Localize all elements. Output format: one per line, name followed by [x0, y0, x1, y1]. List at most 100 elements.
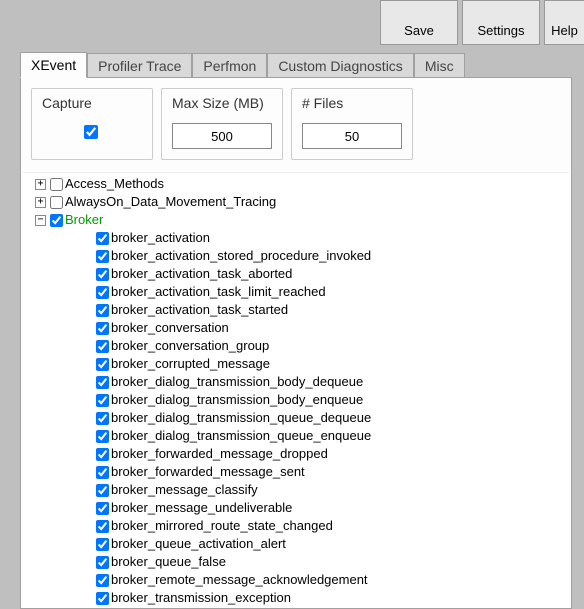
- tree-node[interactable]: broker_mirrored_route_state_changed: [27, 517, 569, 535]
- tree-checkbox[interactable]: [96, 394, 109, 407]
- tree-checkbox[interactable]: [96, 592, 109, 605]
- tree-node[interactable]: − Broker: [27, 211, 569, 229]
- tree-node[interactable]: broker_dialog_transmission_queue_dequeue: [27, 409, 569, 427]
- tree-node-label: broker_transmission_exception: [111, 589, 291, 607]
- settings-button[interactable]: Settings: [462, 0, 540, 45]
- tab-misc[interactable]: Misc: [414, 53, 465, 78]
- expand-icon[interactable]: +: [35, 179, 46, 190]
- event-tree[interactable]: +Access_Methods+AlwaysOn_Data_Movement_T…: [23, 172, 569, 608]
- expander-placeholder: [81, 359, 92, 370]
- tree-checkbox[interactable]: [96, 304, 109, 317]
- tree-node-label: broker_conversation: [111, 319, 229, 337]
- tree-checkbox[interactable]: [96, 556, 109, 569]
- tree-checkbox[interactable]: [96, 430, 109, 443]
- expander-placeholder: [81, 449, 92, 460]
- tree-node-label: broker_conversation_group: [111, 337, 269, 355]
- expander-placeholder: [81, 539, 92, 550]
- tree-checkbox[interactable]: [96, 340, 109, 353]
- tree-checkbox[interactable]: [96, 376, 109, 389]
- toolbar: Save Settings Help: [380, 0, 584, 45]
- tree-node-label: AlwaysOn_Data_Movement_Tracing: [65, 193, 276, 211]
- tree-node[interactable]: broker_message_classify: [27, 481, 569, 499]
- maxsize-input[interactable]: [172, 123, 272, 149]
- tree-node[interactable]: broker_activation_task_started: [27, 301, 569, 319]
- tree-node-label: broker_message_undeliverable: [111, 499, 292, 517]
- tree-node-label: broker_forwarded_message_dropped: [111, 445, 328, 463]
- tree-checkbox[interactable]: [50, 196, 63, 209]
- tree-node[interactable]: broker_remote_message_acknowledgement: [27, 571, 569, 589]
- tree-checkbox[interactable]: [96, 466, 109, 479]
- tree-checkbox[interactable]: [96, 286, 109, 299]
- expander-placeholder: [81, 503, 92, 514]
- capture-checkbox[interactable]: [84, 125, 98, 139]
- numfiles-input[interactable]: [302, 123, 402, 149]
- tree-node[interactable]: broker_activation_task_aborted: [27, 265, 569, 283]
- tree-node[interactable]: + AlwaysOn_Data_Movement_Tracing: [27, 193, 569, 211]
- tree-node[interactable]: broker_forwarded_message_dropped: [27, 445, 569, 463]
- tree-checkbox[interactable]: [96, 358, 109, 371]
- tree-node-label: broker_queue_activation_alert: [111, 535, 286, 553]
- expander-placeholder: [81, 467, 92, 478]
- tree-node[interactable]: broker_conversation: [27, 319, 569, 337]
- tree-checkbox[interactable]: [96, 520, 109, 533]
- tab-perfmon[interactable]: Perfmon: [192, 53, 267, 78]
- tab-xevent[interactable]: XEvent: [20, 52, 87, 78]
- tree-checkbox[interactable]: [96, 484, 109, 497]
- tree-node[interactable]: broker_activation: [27, 229, 569, 247]
- tree-checkbox[interactable]: [96, 250, 109, 263]
- tree-checkbox[interactable]: [96, 574, 109, 587]
- tree-node-label: broker_dialog_transmission_queue_dequeue: [111, 409, 371, 427]
- tree-checkbox[interactable]: [96, 412, 109, 425]
- expander-placeholder: [81, 287, 92, 298]
- tree-node[interactable]: broker_activation_task_limit_reached: [27, 283, 569, 301]
- expander-placeholder: [81, 377, 92, 388]
- tree-node-label: broker_activation_task_started: [111, 301, 288, 319]
- tab-profiler-trace[interactable]: Profiler Trace: [87, 53, 192, 78]
- expander-placeholder: [81, 593, 92, 604]
- tree-node[interactable]: broker_queue_activation_alert: [27, 535, 569, 553]
- tree-checkbox[interactable]: [96, 268, 109, 281]
- tab-strip: XEventProfiler TracePerfmonCustom Diagno…: [20, 51, 584, 77]
- tree-node-label: Broker: [65, 211, 103, 229]
- tree-node[interactable]: broker_message_undeliverable: [27, 499, 569, 517]
- tree-checkbox[interactable]: [96, 232, 109, 245]
- expander-placeholder: [81, 413, 92, 424]
- expander-placeholder: [81, 269, 92, 280]
- tree-node[interactable]: broker_queue_false: [27, 553, 569, 571]
- maxsize-option: Max Size (MB): [161, 88, 283, 160]
- tree-node-label: broker_forwarded_message_sent: [111, 463, 305, 481]
- tree-checkbox[interactable]: [96, 538, 109, 551]
- tree-node[interactable]: broker_dialog_transmission_body_dequeue: [27, 373, 569, 391]
- tree-node[interactable]: broker_dialog_transmission_body_enqueue: [27, 391, 569, 409]
- tree-checkbox[interactable]: [96, 502, 109, 515]
- help-button[interactable]: Help: [544, 0, 584, 45]
- tree-node-label: broker_activation_task_limit_reached: [111, 283, 326, 301]
- tree-checkbox[interactable]: [50, 214, 63, 227]
- tab-custom-diagnostics[interactable]: Custom Diagnostics: [267, 53, 414, 78]
- tab-panel-xevent: Capture Max Size (MB) # Files +Access_Me…: [20, 77, 572, 609]
- tree-node[interactable]: broker_forwarded_message_sent: [27, 463, 569, 481]
- tree-node-label: broker_dialog_transmission_body_dequeue: [111, 373, 363, 391]
- tree-node[interactable]: broker_activation_stored_procedure_invok…: [27, 247, 569, 265]
- tree-node[interactable]: broker_transmission_exception: [27, 589, 569, 607]
- tree-node[interactable]: broker_dialog_transmission_queue_enqueue: [27, 427, 569, 445]
- tree-node[interactable]: broker_corrupted_message: [27, 355, 569, 373]
- tree-checkbox[interactable]: [50, 178, 63, 191]
- tree-node-label: broker_activation_task_aborted: [111, 265, 292, 283]
- tree-checkbox[interactable]: [96, 448, 109, 461]
- expander-placeholder: [81, 395, 92, 406]
- capture-option: Capture: [31, 88, 153, 160]
- save-button[interactable]: Save: [380, 0, 458, 45]
- tree-node[interactable]: +Access_Methods: [27, 175, 569, 193]
- expander-placeholder: [81, 485, 92, 496]
- tree-node-label: broker_message_classify: [111, 481, 258, 499]
- tree-node-label: broker_corrupted_message: [111, 355, 270, 373]
- tree-checkbox[interactable]: [96, 322, 109, 335]
- tree-node-label: broker_mirrored_route_state_changed: [111, 517, 333, 535]
- tree-node[interactable]: broker_conversation_group: [27, 337, 569, 355]
- expand-icon[interactable]: +: [35, 197, 46, 208]
- expander-placeholder: [81, 341, 92, 352]
- collapse-icon[interactable]: −: [35, 215, 46, 226]
- capture-label: Capture: [42, 95, 92, 111]
- tree-wrap: +Access_Methods+AlwaysOn_Data_Movement_T…: [23, 172, 569, 608]
